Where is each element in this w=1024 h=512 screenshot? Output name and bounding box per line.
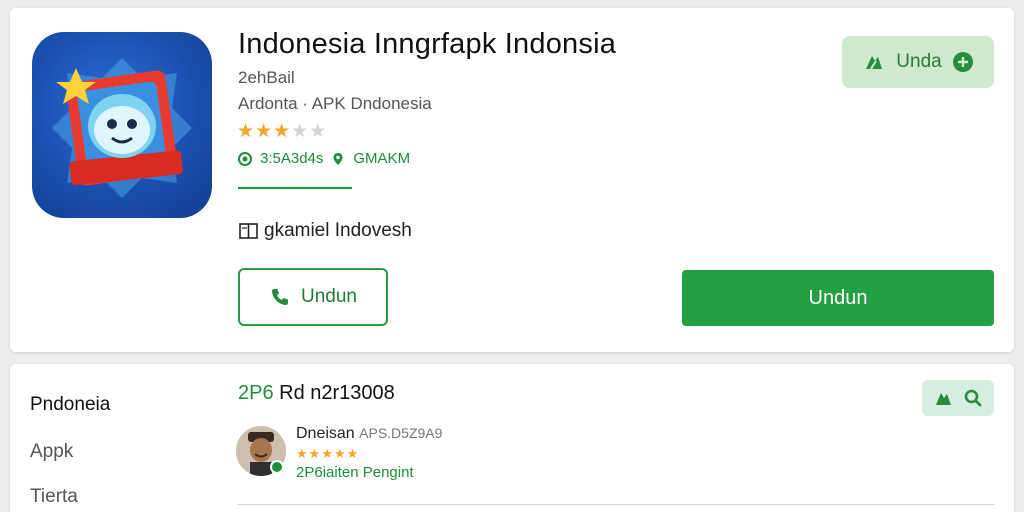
meta-size: GMAKM (353, 150, 411, 167)
review-stars: ★★★★★ (296, 446, 359, 462)
rating-star-3: ★ (273, 121, 292, 142)
top-download-button[interactable]: Unda (842, 36, 994, 88)
search-icon[interactable] (963, 388, 983, 408)
reviewer-name-sub: APS.D5Z9A9 (359, 425, 443, 441)
primary-install-button[interactable]: Undun (682, 270, 994, 326)
book-icon (239, 223, 258, 239)
section-heading-rest: Rd n2r13008 (279, 382, 395, 404)
tag-row[interactable]: gkamiel Indovesh (238, 220, 412, 242)
location-pin-icon (333, 152, 343, 165)
tag-label: gkamiel Indovesh (264, 220, 412, 241)
reviewer-name: Dneisan APS.D5Z9A9 (296, 425, 442, 443)
verified-badge-icon (270, 460, 284, 474)
secondary-install-button[interactable]: Undun (238, 268, 388, 326)
secondary-install-label: Undun (301, 286, 357, 307)
sidebar-item-3[interactable]: Tierta (30, 486, 78, 508)
phone-icon (272, 289, 288, 305)
meta-underline (238, 187, 352, 189)
recycle-icon (866, 56, 883, 70)
plus-circle-icon (952, 52, 973, 72)
review-star-4: ★ (333, 446, 347, 461)
app-icon[interactable] (32, 32, 212, 218)
download-circle-icon (238, 151, 252, 166)
sidebar-item-2[interactable]: Appk (30, 441, 73, 463)
rating-star-2: ★ (255, 121, 274, 142)
rating-star-4: ★ (291, 121, 310, 142)
rating-star-1: ★ (237, 121, 256, 142)
app-detail-card: Indonesia Inngrfapk Indonsia 2ehBail Ard… (10, 8, 1014, 352)
review-star-2: ★ (308, 446, 322, 461)
review-item: Dneisan APS.D5Z9A9 ★★★★★ 2P6iaiten Pengi… (236, 422, 936, 484)
app-category: Ardonta · APK Dndonesia (238, 94, 432, 113)
details-card: Pndoneia Appk Tierta 2P6 Rd n2r13008 Dne… (10, 364, 1014, 512)
review-star-1: ★ (296, 446, 309, 461)
app-title: Indonesia Inngrfapk Indonsia (238, 28, 617, 60)
review-star-5: ★ (346, 446, 360, 461)
primary-install-label: Undun (808, 286, 868, 309)
app-logo-graphic (52, 58, 192, 198)
meta-row: 3:5A3d4s GMAKM (238, 150, 410, 167)
rating-stars: ★★★★★ (237, 120, 327, 143)
divider (238, 504, 994, 505)
top-download-label: Unda (896, 51, 942, 72)
action-chip[interactable] (922, 380, 994, 416)
sidebar-item-1[interactable]: Pndoneia (30, 394, 110, 416)
rating-star-5: ★ (309, 121, 328, 142)
section-heading: 2P6 Rd n2r13008 (238, 382, 395, 405)
developer-name[interactable]: 2ehBail (238, 68, 295, 88)
review-star-3: ★ (321, 446, 334, 461)
recycle-icon[interactable] (933, 389, 953, 407)
review-note: 2P6iaiten Pengint (296, 464, 414, 481)
reviewer-name-main: Dneisan (296, 425, 355, 442)
section-heading-prefix: 2P6 (238, 382, 274, 404)
meta-downloads: 3:5A3d4s (260, 150, 324, 167)
